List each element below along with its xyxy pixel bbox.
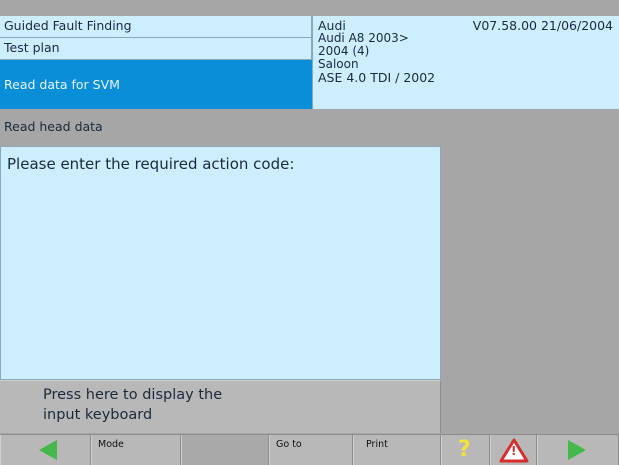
vehicle-info-panel: Audi V07.58.00 21/06/2004 Audi A8 2003> … — [312, 16, 619, 109]
selected-item-text: Read data for SVM — [4, 77, 120, 92]
guided-fault-finding-text: Guided Fault Finding — [4, 18, 132, 33]
content-panel: Please enter the required action code: — [0, 146, 441, 380]
goto-button[interactable]: Go to — [269, 435, 353, 465]
mode-button[interactable]: Mode — [91, 435, 181, 465]
section-title: Read head data — [4, 119, 103, 134]
action-code-prompt: Please enter the required action code: — [7, 155, 295, 173]
warning-glyph: ! — [511, 444, 517, 458]
forward-arrow-icon — [568, 440, 586, 460]
mode-label: Mode — [98, 439, 124, 450]
vehicle-engine: ASE 4.0 TDI / 2002 — [318, 70, 436, 85]
back-arrow-icon — [39, 440, 57, 460]
help-button[interactable]: ? — [441, 435, 490, 465]
bottom-toolbar: Mode Go to Print ? ! — [0, 434, 619, 465]
selected-item-read-data-svm[interactable]: Read data for SVM — [0, 60, 312, 109]
vehicle-year: 2004 (4) — [318, 44, 370, 58]
warning-button[interactable]: ! — [490, 435, 537, 465]
section-title-bar: Read head data — [0, 113, 619, 141]
keyboard-button-line1: Press here to display the — [43, 387, 223, 403]
back-button[interactable] — [0, 435, 91, 465]
print-label: Print — [366, 439, 388, 450]
test-plan-text: Test plan — [4, 40, 60, 55]
help-icon: ? — [458, 437, 471, 462]
goto-label: Go to — [276, 439, 302, 450]
blank-button[interactable] — [181, 435, 269, 465]
display-keyboard-button[interactable]: Press here to display the input keyboard — [0, 380, 441, 433]
test-plan-label[interactable]: Test plan — [0, 38, 312, 60]
print-button[interactable]: Print — [353, 435, 441, 465]
software-version: V07.58.00 21/06/2004 — [472, 18, 613, 33]
guided-fault-finding-label[interactable]: Guided Fault Finding — [0, 16, 312, 38]
forward-button[interactable] — [537, 435, 619, 465]
keyboard-button-line2: input keyboard — [43, 407, 153, 423]
